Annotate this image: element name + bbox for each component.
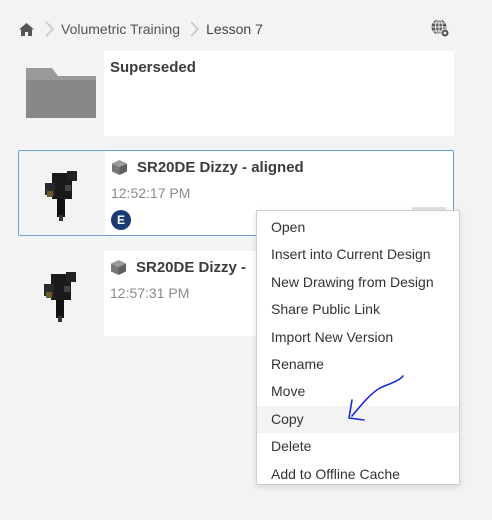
home-icon[interactable]: [18, 22, 35, 37]
menu-item-insert-into-current-design[interactable]: Insert into Current Design: [257, 241, 459, 268]
part-thumbnail-image: [44, 272, 76, 322]
chevron-right-icon: [188, 21, 200, 37]
user-badge: E: [111, 210, 131, 230]
design-thumbnail: [18, 251, 104, 337]
breadcrumb-item-volumetric-training[interactable]: Volumetric Training: [61, 21, 180, 37]
folder-title: Superseded: [110, 59, 196, 76]
cube-icon: [110, 259, 127, 276]
design-name: SR20DE Dizzy -: [136, 259, 247, 276]
breadcrumb-item-lesson-7: Lesson 7: [206, 21, 263, 37]
design-timestamp: 12:52:17 PM: [111, 185, 191, 201]
part-thumbnail-image: [45, 171, 77, 221]
design-name: SR20DE Dizzy - aligned: [137, 159, 304, 176]
cube-icon: [111, 159, 128, 176]
folder-thumbnail: [18, 51, 104, 137]
breadcrumb: Volumetric Training Lesson 7: [18, 18, 263, 40]
menu-item-open[interactable]: Open: [257, 214, 459, 241]
design-timestamp: 12:57:31 PM: [110, 285, 190, 301]
menu-item-new-drawing-from-design[interactable]: New Drawing from Design: [257, 269, 459, 296]
menu-item-copy[interactable]: Copy: [257, 405, 459, 434]
chevron-right-icon: [43, 21, 55, 37]
menu-item-move[interactable]: Move: [257, 378, 459, 405]
menu-item-delete[interactable]: Delete: [257, 433, 459, 460]
design-title: SR20DE Dizzy -: [110, 259, 246, 276]
menu-item-rename[interactable]: Rename: [257, 351, 459, 378]
design-title: SR20DE Dizzy - aligned: [111, 159, 304, 176]
menu-item-import-new-version[interactable]: Import New Version: [257, 324, 459, 351]
folder-icon: [26, 66, 96, 123]
menu-item-share-public-link[interactable]: Share Public Link: [257, 296, 459, 323]
menu-item-add-to-offline-cache[interactable]: Add to Offline Cache: [257, 461, 459, 488]
globe-icon[interactable]: [430, 18, 450, 38]
context-menu: Open Insert into Current Design New Draw…: [256, 210, 460, 485]
folder-name: Superseded: [110, 59, 196, 76]
folder-card-superseded[interactable]: Superseded: [18, 51, 454, 137]
design-thumbnail: [19, 151, 105, 235]
